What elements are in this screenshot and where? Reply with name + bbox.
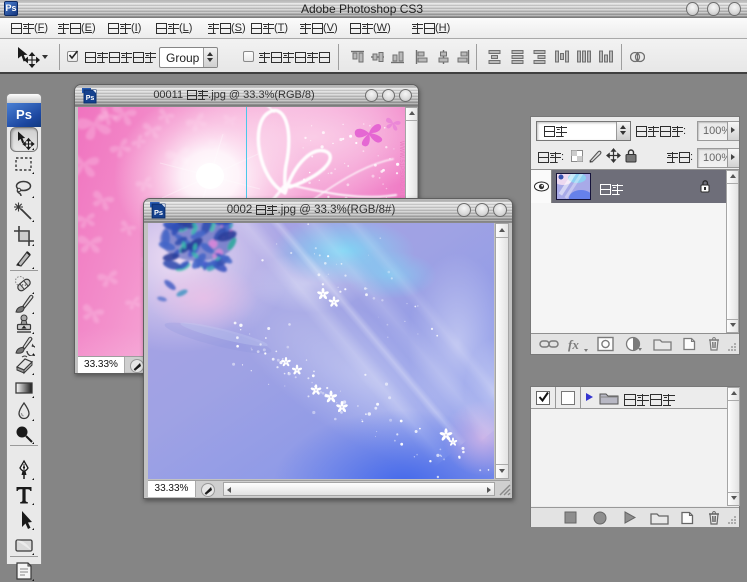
svg-text:fx: fx <box>568 337 579 352</box>
